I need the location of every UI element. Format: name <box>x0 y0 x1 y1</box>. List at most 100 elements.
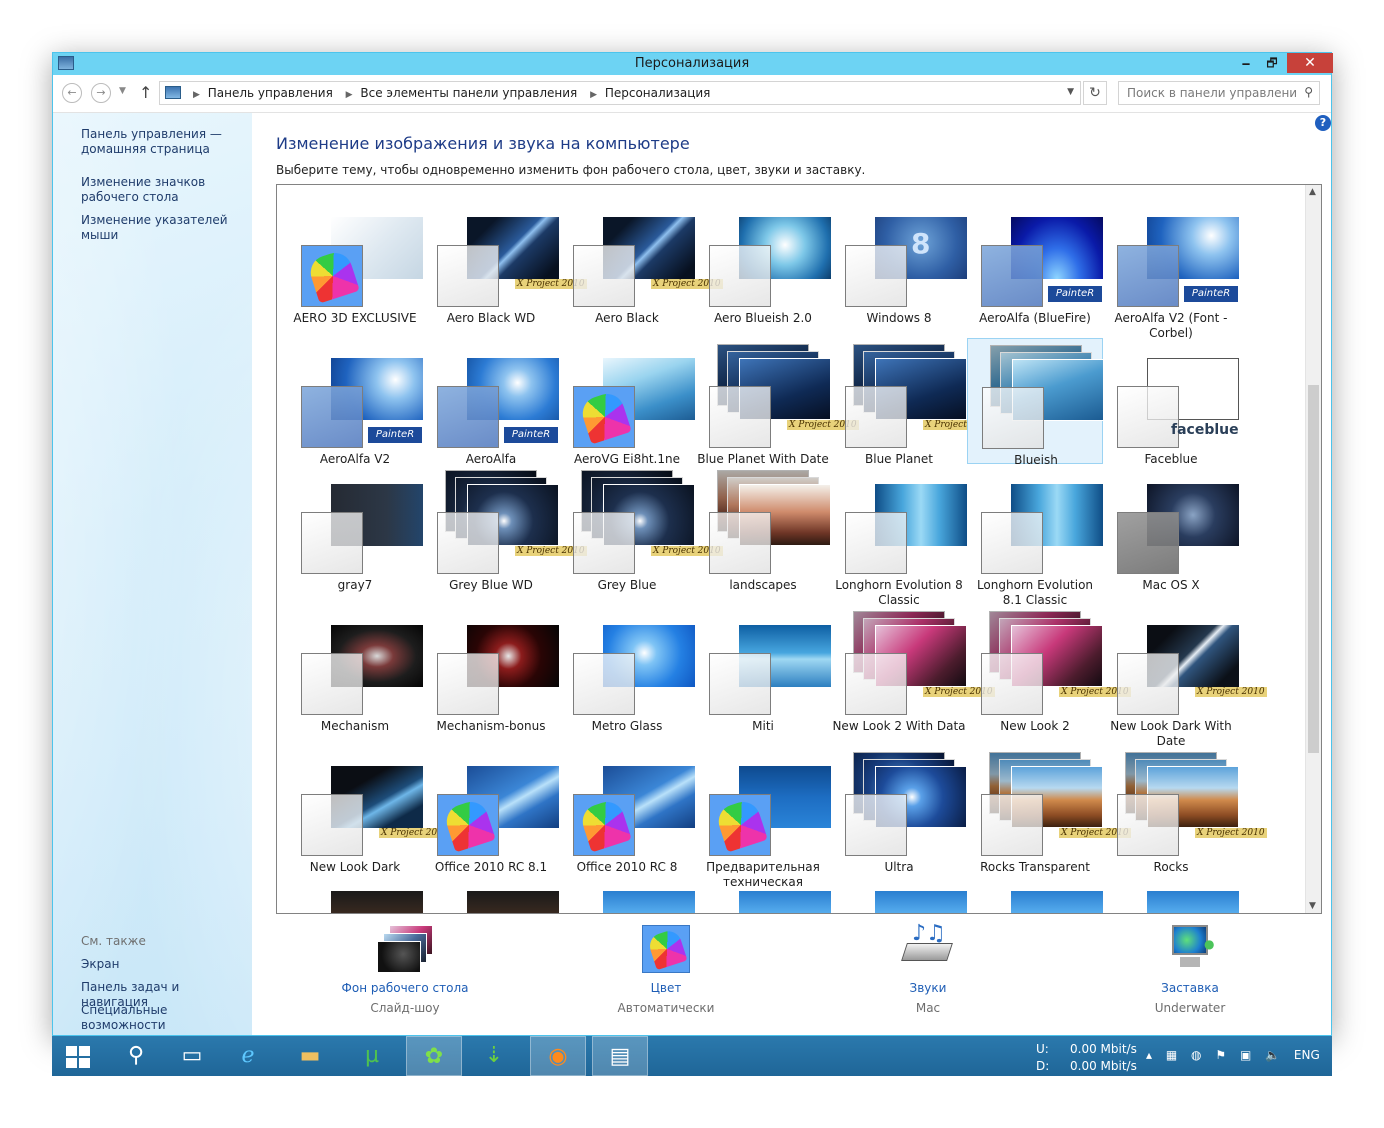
up-button[interactable]: ↑ <box>139 83 152 102</box>
theme-tile[interactable]: PainteR AeroAlfa V2 <box>287 338 423 466</box>
theme-tile-partial[interactable] <box>875 891 967 913</box>
recent-locations-icon[interactable]: ▼ <box>119 86 126 96</box>
refresh-button[interactable]: ↻ <box>1083 81 1107 105</box>
desktop-background-setting[interactable]: Фон рабочего стола Слайд-шоу <box>315 915 495 1015</box>
theme-tile[interactable]: Office 2010 RC 8 <box>559 746 695 874</box>
address-bar[interactable]: ▶ Панель управления ▶ Все элементы панел… <box>159 81 1081 105</box>
sidebar-link-display[interactable]: Экран <box>81 957 249 972</box>
theme-tile[interactable]: X Project 2010 New Look Dark With Date <box>1103 605 1267 748</box>
taskbar-file-explorer[interactable]: ▬ <box>282 1036 338 1076</box>
theme-tile[interactable]: Miti <box>695 605 831 733</box>
sidebar-link-mouse-pointers[interactable]: Изменение указателей мыши <box>81 213 249 243</box>
theme-tile[interactable]: Blueish <box>967 338 1104 467</box>
theme-tile[interactable]: landscapes <box>695 464 831 592</box>
theme-tile-partial[interactable] <box>467 891 559 913</box>
theme-tile[interactable]: Office 2010 RC 8.1 <box>423 746 559 874</box>
minimize-button[interactable]: 🗕 <box>1233 53 1259 73</box>
breadcrumb-personalization[interactable]: Персонализация <box>605 86 711 100</box>
forward-button[interactable]: → <box>91 83 111 103</box>
theme-tile[interactable]: Metro Glass <box>559 605 695 733</box>
theme-tile[interactable]: 8 Windows 8 <box>831 197 967 325</box>
volume-icon[interactable]: 🔈 <box>1265 1048 1280 1062</box>
sounds-label[interactable]: Звуки <box>838 981 1018 995</box>
theme-tile[interactable]: X Project 2010 New Look 2 With Data <box>831 605 995 733</box>
theme-tile[interactable]: X Project 2010 Blue Planet <box>831 338 995 466</box>
theme-tile[interactable]: Предварительная техническая <box>695 746 831 889</box>
taskbar-task-view-button[interactable]: ▭ <box>164 1036 220 1076</box>
theme-tile[interactable]: X Project 2010 Rocks <box>1103 746 1267 874</box>
taskbar-internet-explorer[interactable]: ℯ <box>220 1036 276 1076</box>
taskbar-control-panel[interactable]: ▤ <box>592 1036 648 1076</box>
sidebar-link-home[interactable]: Панель управления — домашняя страница <box>81 127 249 157</box>
action-center-flag-icon[interactable]: ⚑ <box>1215 1048 1226 1062</box>
start-button[interactable] <box>52 1036 108 1076</box>
scrollbar[interactable]: ▲ ▼ <box>1305 185 1321 913</box>
theme-color-swatch <box>1117 386 1179 448</box>
title-bar[interactable]: Персонализация 🗕 🗗 ✕ <box>53 53 1333 75</box>
chevron-down-icon[interactable]: ▼ <box>1067 87 1074 97</box>
theme-tile[interactable]: PainteR AeroAlfa <box>423 338 559 466</box>
theme-tile[interactable]: X Project 2010 Aero Black WD <box>423 197 587 325</box>
taskbar-download-manager[interactable]: ⇣ <box>466 1036 522 1076</box>
maximize-button[interactable]: 🗗 <box>1259 53 1285 73</box>
help-icon[interactable]: ? <box>1315 115 1331 131</box>
scroll-down-icon[interactable]: ▼ <box>1309 901 1316 911</box>
scroll-up-icon[interactable]: ▲ <box>1309 187 1316 197</box>
theme-tile[interactable]: Mac OS X <box>1103 464 1239 592</box>
search-icon[interactable]: ⚲ <box>1304 85 1313 99</box>
theme-tile[interactable]: PainteR AeroAlfa V2 (Font - Corbel) <box>1103 197 1239 340</box>
screensaver-label[interactable]: Заставка <box>1100 981 1280 995</box>
scrollbar-thumb[interactable] <box>1308 385 1319 753</box>
theme-tile[interactable]: X Project 2010 New Look Dark <box>287 746 451 874</box>
theme-tile[interactable]: X Project 2010 Blue Planet With Date <box>695 338 859 466</box>
theme-tile[interactable]: Longhorn Evolution 8.1 Classic <box>967 464 1103 607</box>
theme-tile[interactable]: AeroVG Ei8ht.1ne <box>559 338 695 466</box>
taskbar-search-button[interactable]: ⚲ <box>108 1036 164 1076</box>
taskbar-icq[interactable]: ✿ <box>406 1036 462 1076</box>
theme-tile[interactable]: Mechanism <box>287 605 423 733</box>
search-input[interactable] <box>1119 82 1297 104</box>
taskbar-utorrent[interactable]: µ <box>344 1036 400 1076</box>
desktop-background-label[interactable]: Фон рабочего стола <box>315 981 495 995</box>
theme-tile[interactable]: Longhorn Evolution 8 Classic <box>831 464 967 607</box>
back-button[interactable]: ← <box>62 83 82 103</box>
chevron-right-icon[interactable]: ▶ <box>346 90 353 100</box>
sidebar-link-accessibility[interactable]: Специальные возможности <box>81 1003 249 1033</box>
theme-tile-partial[interactable] <box>739 891 831 913</box>
faceblue-logo: faceblue <box>1171 422 1239 438</box>
theme-tile[interactable]: Mechanism-bonus <box>423 605 559 733</box>
theme-tile-partial[interactable] <box>1147 891 1239 913</box>
theme-tile[interactable]: X Project 2010 New Look 2 <box>967 605 1131 733</box>
color-label[interactable]: Цвет <box>576 981 756 995</box>
search-box[interactable]: ⚲ <box>1118 81 1320 105</box>
theme-color-swatch <box>981 794 1043 856</box>
breadcrumb-all-items[interactable]: Все элементы панели управления <box>360 86 577 100</box>
theme-tile[interactable]: Aero Blueish 2.0 <box>695 197 831 325</box>
theme-tile[interactable]: X Project 2010 Grey Blue <box>559 464 723 592</box>
theme-tile-partial[interactable] <box>1011 891 1103 913</box>
chevron-right-icon[interactable]: ▶ <box>193 90 200 100</box>
taskbar-firefox[interactable]: ◉ <box>530 1036 586 1076</box>
show-hidden-icons-icon[interactable]: ▴ <box>1146 1048 1152 1062</box>
network-icon[interactable]: ▣ <box>1240 1048 1251 1062</box>
theme-tile-partial[interactable] <box>331 891 423 913</box>
theme-tile[interactable]: PainteR AeroAlfa (BlueFire) <box>967 197 1103 325</box>
theme-tile[interactable]: X Project 2010 Grey Blue WD <box>423 464 587 592</box>
theme-tile-partial[interactable] <box>603 891 695 913</box>
theme-tile[interactable]: AERO 3D EXCLUSIVE <box>287 197 423 325</box>
sounds-setting[interactable]: ♪♫ Звуки Mac <box>838 915 1018 1015</box>
theme-tile[interactable]: X Project 2010 Rocks Transparent <box>967 746 1131 874</box>
theme-tile[interactable]: Ultra <box>831 746 967 874</box>
close-button[interactable]: ✕ <box>1287 53 1333 73</box>
theme-tile[interactable]: faceblue Faceblue <box>1103 338 1239 466</box>
skype-icon[interactable]: ◍ <box>1191 1048 1201 1062</box>
theme-tile[interactable]: X Project 2010 Aero Black <box>559 197 723 325</box>
input-language[interactable]: ENG <box>1294 1048 1320 1062</box>
chevron-right-icon[interactable]: ▶ <box>590 90 597 100</box>
color-setting[interactable]: Цвет Автоматически <box>576 915 756 1015</box>
flag-us-icon[interactable]: ▦ <box>1166 1048 1177 1062</box>
screensaver-setting[interactable]: ● Заставка Underwater <box>1100 915 1280 1015</box>
sidebar-link-desktop-icons[interactable]: Изменение значков рабочего стола <box>81 175 249 205</box>
breadcrumb-control-panel[interactable]: Панель управления <box>208 86 333 100</box>
theme-tile[interactable]: gray7 <box>287 464 423 592</box>
